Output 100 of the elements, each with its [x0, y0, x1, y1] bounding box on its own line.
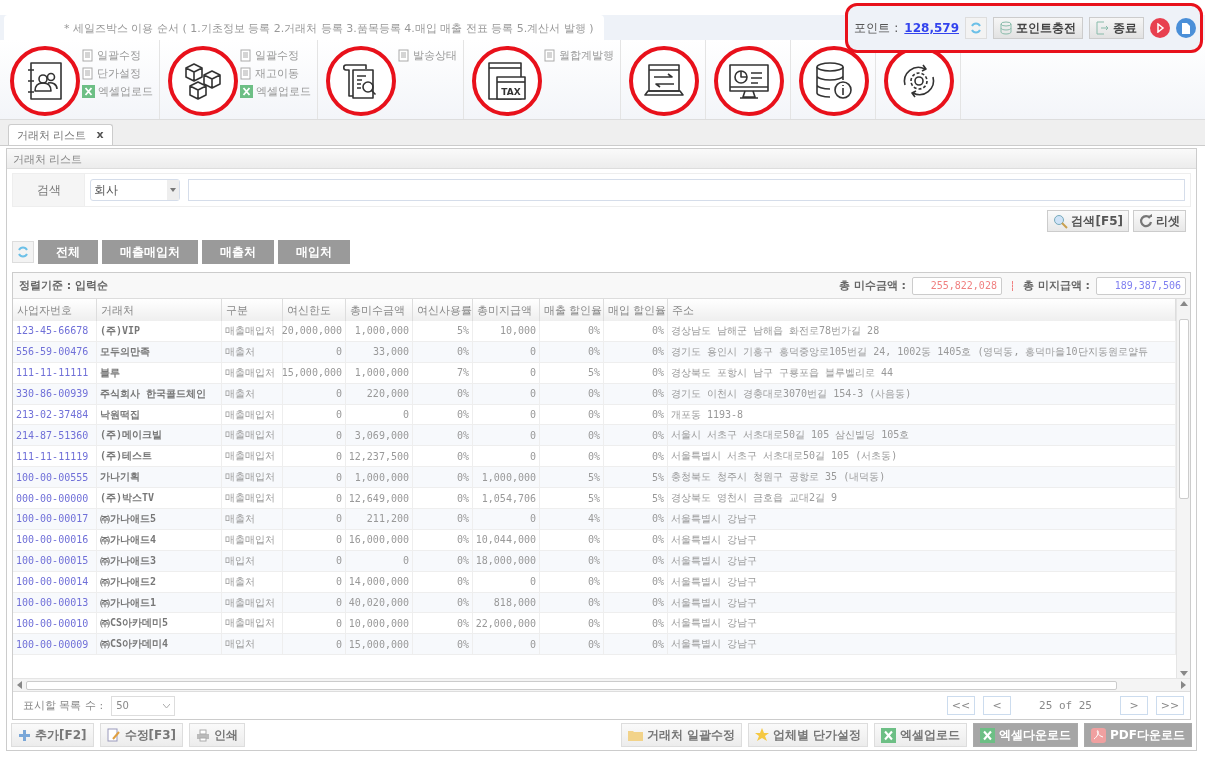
scroll-right-icon[interactable] — [1181, 681, 1186, 689]
action-button[interactable]: 인쇄 — [189, 723, 246, 747]
table-cell[interactable]: 100-00-00555 — [13, 467, 97, 488]
table-cell: ㈜가나애드2 — [97, 571, 222, 592]
table-cell[interactable]: 100-00-00014 — [13, 571, 97, 592]
menu-item[interactable]: 일괄수정 — [240, 48, 311, 63]
action-button[interactable]: 수정[F3] — [99, 723, 184, 747]
usage-notice: * 세일즈박스 이용 순서 ( 1.기초정보 등록 2.거래처 등록 3.품목등록 4.매입 매출 전표 등록 5.계산서 발행 ) — [4, 15, 604, 40]
play-button[interactable] — [1150, 18, 1170, 38]
table-cell: 818,000 — [473, 592, 540, 613]
menu-item[interactable]: 단가설정 — [82, 66, 153, 81]
star-icon — [754, 728, 769, 742]
table-cell: 0 — [473, 404, 540, 425]
table-cell: 0% — [540, 446, 604, 467]
table-cell[interactable]: 111-11-11119 — [13, 446, 97, 467]
column-header[interactable]: 사업자번호 — [13, 299, 97, 322]
scroll-left-icon[interactable] — [17, 681, 22, 689]
column-header[interactable]: 매입 할인율 — [604, 299, 668, 322]
scroll-down-icon[interactable] — [1179, 671, 1188, 676]
next-page-button[interactable]: > — [1120, 696, 1148, 715]
filter-button[interactable]: 매출매입처 — [102, 240, 198, 264]
table-cell[interactable]: 330-86-00939 — [13, 383, 97, 404]
menu-item[interactable]: 월합계발행 — [544, 48, 614, 63]
column-header[interactable]: 주소 — [668, 299, 1176, 322]
search-field[interactable] — [188, 179, 1185, 201]
table-cell: 0% — [604, 425, 668, 446]
page-size-select[interactable]: 50 — [111, 695, 176, 716]
table-cell[interactable]: 100-00-00010 — [13, 613, 97, 634]
search-type-select[interactable]: 회사 — [90, 179, 180, 201]
vertical-scrollbar[interactable] — [1176, 299, 1190, 678]
table-cell: 0 — [346, 550, 413, 571]
table-cell: 0% — [604, 341, 668, 362]
menu-item[interactable]: 재고이동 — [240, 66, 311, 81]
table-cell[interactable]: 000-00-00000 — [13, 488, 97, 508]
column-header[interactable]: 매출 할인율 — [540, 299, 604, 322]
filter-button[interactable]: 전체 — [38, 240, 98, 264]
column-header[interactable]: 구분 — [222, 299, 283, 322]
points-label: 포인트 : — [854, 19, 899, 37]
table-cell[interactable]: 100-00-00015 — [13, 550, 97, 571]
panel-title: 거래처 리스트 — [7, 149, 1196, 169]
table-cell: ㈜가나애드4 — [97, 529, 222, 550]
column-header[interactable]: 총미지급액 — [473, 299, 540, 322]
action-button[interactable]: 엑셀업로드 — [874, 723, 968, 747]
table-cell[interactable]: 123-45-66678 — [13, 321, 97, 341]
table-cell: 0 — [283, 404, 346, 425]
table-cell: 매출매입처 — [222, 446, 283, 467]
table-cell: 12,649,000 — [346, 488, 413, 508]
pdf-icon — [1091, 727, 1107, 743]
table-cell[interactable]: 111-11-11111 — [13, 362, 97, 383]
menu-item[interactable]: 엑셀업로드 — [82, 84, 153, 99]
table-cell: 14,000,000 — [346, 571, 413, 592]
table-cell[interactable]: 100-00-00009 — [13, 634, 97, 655]
document-icon — [82, 49, 94, 62]
table-cell: 15,000,000 — [346, 634, 413, 655]
refresh-button[interactable] — [965, 17, 987, 39]
table-cell[interactable]: 100-00-00017 — [13, 509, 97, 529]
table-cell: 매출매입처 — [222, 321, 283, 341]
close-icon[interactable]: x — [96, 128, 104, 142]
refresh-button[interactable] — [12, 241, 34, 263]
filter-button[interactable]: 매입처 — [278, 240, 350, 264]
table-cell: ㈜CS아카데미5 — [97, 613, 222, 634]
menu-item[interactable]: 일괄수정 — [82, 48, 153, 63]
action-button[interactable]: 추가[F2] — [11, 723, 94, 747]
table-cell[interactable]: 214-87-51360 — [13, 425, 97, 446]
menu-item[interactable]: 발송상태 — [398, 48, 457, 63]
tab[interactable]: 거래처 리스트 x — [8, 124, 113, 145]
first-page-button[interactable]: << — [947, 696, 975, 715]
table-cell[interactable]: 213-02-37484 — [13, 404, 97, 425]
table-cell[interactable]: 100-00-00016 — [13, 529, 97, 550]
column-header[interactable]: 총미수금액 — [346, 299, 413, 322]
table-cell: 1,000,000 — [346, 362, 413, 383]
filter-button[interactable]: 매출처 — [202, 240, 274, 264]
column-header[interactable]: 여신사용률 — [413, 299, 473, 322]
table-cell: 모두의만족 — [97, 341, 222, 362]
last-page-button[interactable]: >> — [1156, 696, 1184, 715]
document-icon — [240, 49, 252, 62]
table-cell: 0% — [540, 592, 604, 613]
table-cell: ㈜가나애드3 — [97, 550, 222, 571]
document-button[interactable] — [1176, 18, 1196, 38]
exit-button[interactable]: 종료 — [1089, 17, 1144, 39]
table-cell: 0% — [413, 509, 473, 529]
table-cell: 0% — [540, 425, 604, 446]
points-link[interactable]: 128,579 — [904, 21, 959, 35]
document-icon — [82, 67, 94, 80]
table-cell[interactable]: 556-59-00476 — [13, 341, 97, 362]
horizontal-scrollbar[interactable] — [13, 678, 1190, 691]
column-header[interactable]: 여신한도 — [283, 299, 346, 322]
table-cell[interactable]: 100-00-00013 — [13, 592, 97, 613]
table-cell: 0 — [473, 362, 540, 383]
search-button[interactable]: 검색[F5] — [1047, 210, 1129, 232]
menu-item[interactable]: 엑셀업로드 — [240, 84, 311, 99]
reset-button[interactable]: 리셋 — [1133, 210, 1186, 232]
charge-points-button[interactable]: 포인트충전 — [993, 17, 1083, 39]
column-header[interactable]: 거래처 — [97, 299, 222, 322]
table-cell: 16,000,000 — [346, 529, 413, 550]
action-button[interactable]: 업체별 단가설정 — [747, 723, 869, 747]
table-cell: (주)테스트 — [97, 446, 222, 467]
scroll-up-icon[interactable] — [1179, 301, 1188, 306]
previous-page-button[interactable]: < — [983, 696, 1011, 715]
action-button[interactable]: 거래처 일괄수정 — [620, 723, 742, 747]
